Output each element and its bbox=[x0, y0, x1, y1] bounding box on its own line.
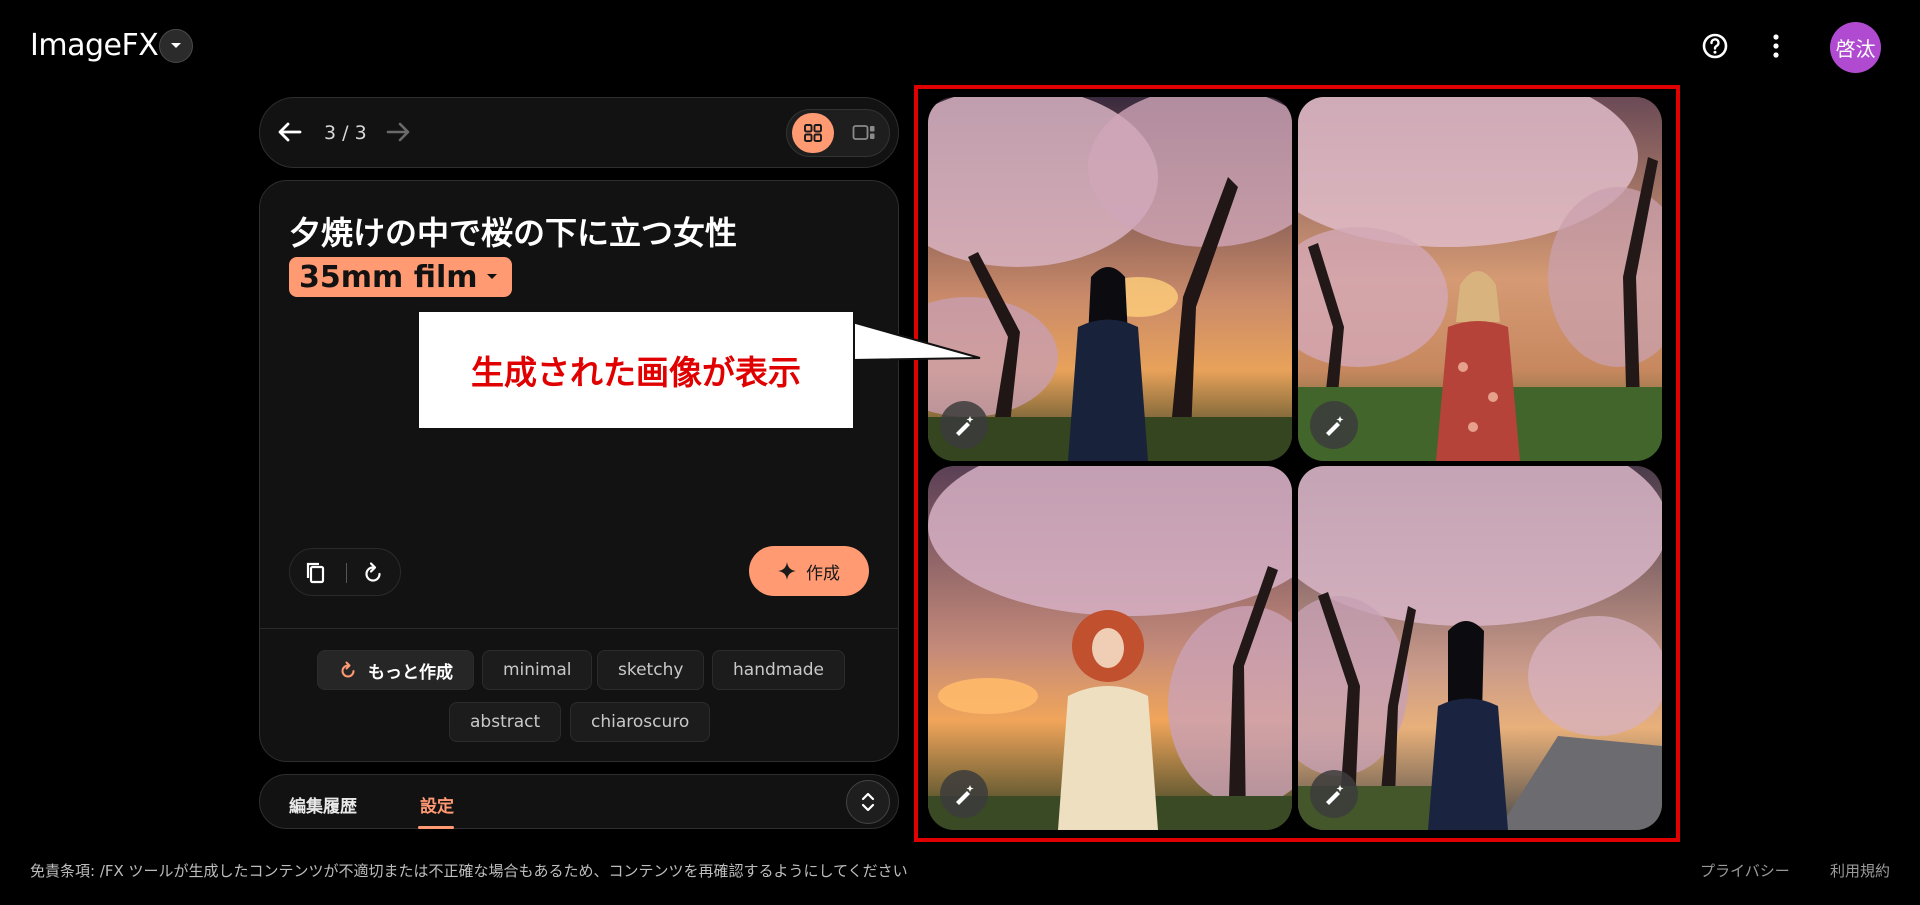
user-avatar[interactable]: 啓汰 bbox=[1830, 22, 1881, 73]
callout-pointer bbox=[852, 321, 981, 361]
prompt-text[interactable]: 夕焼けの中で桜の下に立つ女性 bbox=[289, 208, 737, 254]
app-logo[interactable]: ImageFX bbox=[30, 28, 159, 63]
sparkle-icon bbox=[778, 562, 796, 580]
help-icon[interactable] bbox=[1702, 33, 1728, 59]
suggestion-chip-abstract[interactable]: abstract bbox=[449, 702, 562, 742]
unfold-icon bbox=[861, 792, 875, 812]
more-create-label: もっと作成 bbox=[368, 662, 453, 683]
tab-edit-history[interactable]: 編集履歴 bbox=[289, 792, 357, 817]
suggestion-chip-handmade[interactable]: handmade bbox=[712, 650, 845, 690]
highlight-frame bbox=[914, 85, 1680, 842]
more-create-button[interactable]: もっと作成 bbox=[317, 650, 474, 690]
suggestion-chip-chiaroscuro[interactable]: chiaroscuro bbox=[570, 702, 711, 742]
create-button-label: 作成 bbox=[806, 563, 840, 584]
annotation-callout: 生成された画像が表示 bbox=[417, 310, 855, 430]
tab-settings[interactable]: 設定 bbox=[420, 792, 454, 817]
terms-link[interactable]: 利用規約 bbox=[1830, 860, 1890, 881]
grid-view-button[interactable] bbox=[792, 113, 834, 153]
single-view-button[interactable] bbox=[843, 113, 885, 153]
grid-icon bbox=[804, 124, 822, 142]
disclaimer-text: 免責条項: /FX ツールが生成したコンテンツが不適切または不正確な場合もあるた… bbox=[30, 862, 908, 880]
arrow-forward-icon[interactable] bbox=[384, 118, 412, 146]
refresh-icon bbox=[341, 661, 355, 678]
style-chip-label: 35mm film bbox=[299, 259, 478, 295]
caret-down-icon bbox=[486, 274, 497, 279]
copy-icon[interactable] bbox=[303, 560, 329, 586]
suggestion-chip-minimal[interactable]: minimal bbox=[482, 650, 593, 690]
style-chip[interactable]: 35mm film bbox=[289, 257, 512, 297]
active-tab-indicator bbox=[418, 826, 454, 829]
arrow-back-icon[interactable] bbox=[276, 118, 304, 146]
create-button[interactable]: 作成 bbox=[749, 546, 869, 596]
caret-down-icon bbox=[171, 43, 181, 48]
app-switcher-button[interactable] bbox=[159, 29, 193, 63]
result-counter: 3 / 3 bbox=[324, 122, 367, 144]
refresh-icon[interactable] bbox=[360, 560, 386, 586]
privacy-link[interactable]: プライバシー bbox=[1700, 860, 1790, 881]
divider bbox=[259, 628, 899, 629]
carousel-icon bbox=[852, 125, 875, 140]
separator bbox=[346, 563, 347, 583]
more-vert-icon[interactable] bbox=[1770, 32, 1782, 60]
suggestion-chip-sketchy[interactable]: sketchy bbox=[597, 650, 705, 690]
expand-panel-button[interactable] bbox=[846, 780, 890, 824]
